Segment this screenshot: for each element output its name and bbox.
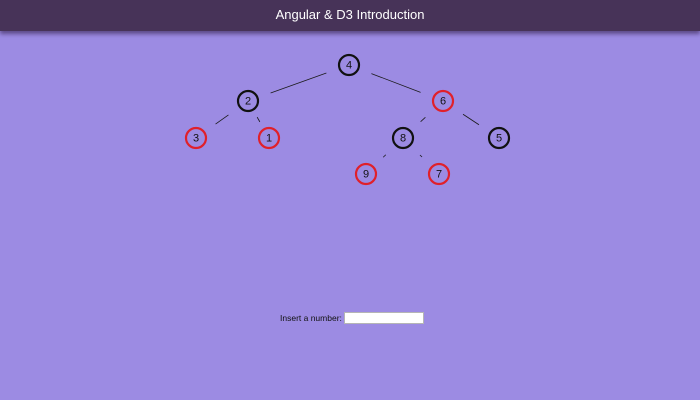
tree-edge [419,154,423,158]
tree-edge [382,154,387,158]
tree-nodes: 4 2 6 3 1 8 5 9 7 [184,53,511,186]
tree-node-1: 1 [257,126,281,150]
tree-edges [215,72,480,158]
tree-edge [371,73,421,93]
tree-node-7: 7 [427,162,451,186]
insert-number-label: Insert a number: [280,312,342,323]
node-label: 2 [245,96,251,108]
tree-node-4: 4 [337,53,361,77]
node-label: 4 [346,60,352,72]
node-label: 8 [400,133,406,145]
tree-edge [270,72,327,94]
node-label: 1 [266,133,272,145]
tree-edge [420,117,426,122]
node-label: 6 [440,96,446,108]
insert-number-form: Insert a number: [280,311,424,324]
binary-tree: 4 2 6 3 1 8 5 9 7 [184,53,511,186]
tree-edge [462,113,480,126]
tree-node-3: 3 [184,126,208,150]
node-label: 7 [436,169,442,181]
tree-edge [215,114,229,125]
tree-node-6: 6 [431,89,455,113]
tree-edge [256,116,261,123]
node-label: 3 [193,133,199,145]
tree-node-9: 9 [354,162,378,186]
tree-node-2: 2 [236,89,260,113]
tree-node-8: 8 [391,126,415,150]
insert-number-input[interactable] [343,311,424,324]
node-label: 9 [363,169,369,181]
tree-node-5: 5 [487,126,511,150]
node-label: 5 [496,133,502,145]
